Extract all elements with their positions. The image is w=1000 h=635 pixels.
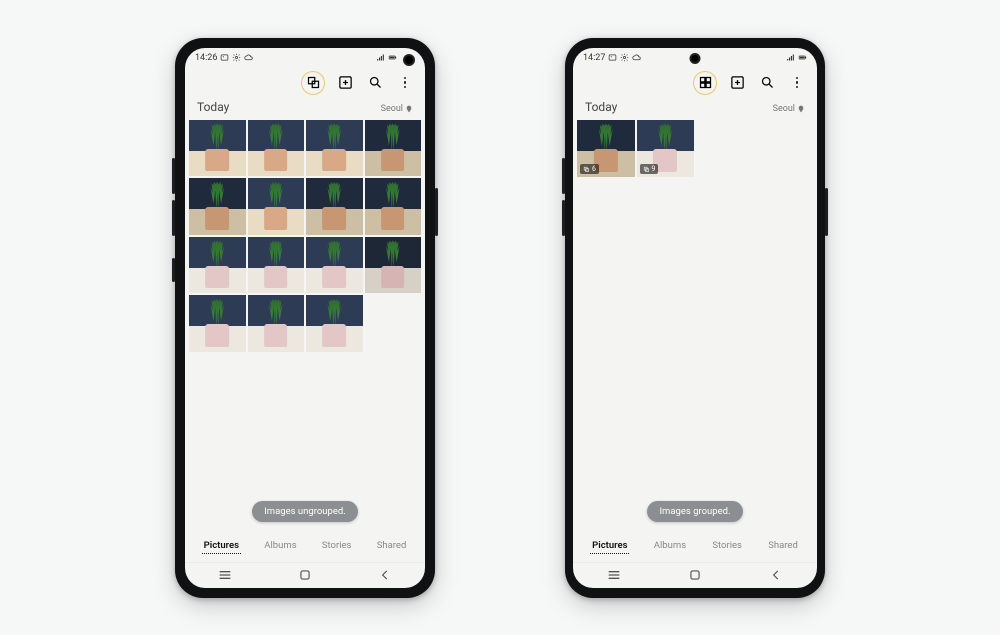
- home-button[interactable]: [685, 565, 705, 585]
- nav-bar: [573, 562, 817, 588]
- volume-down-button: [172, 200, 175, 236]
- photo-grid[interactable]: 69: [573, 120, 817, 178]
- phone-note10-frame: 14:27: [565, 38, 825, 598]
- photo-thumbnail[interactable]: [365, 237, 422, 294]
- tab-pictures[interactable]: Pictures: [590, 538, 629, 554]
- photo-thumbnail[interactable]: 9: [637, 120, 695, 178]
- location-label[interactable]: Seoul: [773, 104, 805, 114]
- cloud-icon: [244, 53, 253, 62]
- bottom-tabs: Pictures Albums Stories Shared: [573, 532, 817, 562]
- more-options-button[interactable]: [395, 73, 415, 93]
- battery-icon: [798, 53, 807, 62]
- tab-shared[interactable]: Shared: [766, 538, 800, 554]
- clock: 14:27: [583, 53, 605, 63]
- create-button[interactable]: [727, 73, 747, 93]
- volume-up-button: [562, 158, 565, 194]
- back-button[interactable]: [375, 565, 395, 585]
- front-camera: [690, 53, 701, 64]
- power-button: [825, 188, 828, 236]
- tab-albums[interactable]: Albums: [262, 538, 298, 554]
- photo-thumbnail[interactable]: [306, 295, 363, 352]
- photo-thumbnail[interactable]: [306, 120, 363, 177]
- toolbar: [185, 66, 425, 98]
- tab-albums[interactable]: Albums: [652, 538, 688, 554]
- location-pin-icon: [405, 105, 413, 113]
- photo-thumbnail[interactable]: [248, 120, 305, 177]
- photo-thumbnail[interactable]: [189, 295, 246, 352]
- photo-thumbnail[interactable]: [248, 295, 305, 352]
- photo-thumbnail[interactable]: 6: [577, 120, 635, 178]
- image-icon: [608, 53, 617, 62]
- section-header: Today Seoul: [573, 98, 817, 120]
- battery-icon: [388, 53, 397, 62]
- search-button[interactable]: [757, 73, 777, 93]
- gear-icon: [232, 53, 241, 62]
- photo-thumbnail[interactable]: [189, 120, 246, 177]
- photo-thumbnail[interactable]: [306, 237, 363, 294]
- screen: 14:27: [573, 48, 817, 588]
- recents-button[interactable]: [604, 565, 624, 585]
- tab-stories[interactable]: Stories: [320, 538, 354, 554]
- nav-bar: [185, 562, 425, 588]
- toast: Images grouped.: [647, 501, 742, 522]
- clock: 14:26: [195, 53, 217, 63]
- cloud-icon: [632, 53, 641, 62]
- phone-s10-frame: 14:26: [175, 38, 435, 598]
- tab-shared[interactable]: Shared: [375, 538, 409, 554]
- section-title: Today: [197, 100, 229, 114]
- tab-stories[interactable]: Stories: [710, 538, 744, 554]
- group-toggle-button[interactable]: [693, 71, 717, 95]
- search-button[interactable]: [365, 73, 385, 93]
- photo-thumbnail[interactable]: [248, 237, 305, 294]
- stack-count-badge: 6: [580, 164, 599, 174]
- photo-thumbnail[interactable]: [306, 178, 363, 235]
- status-bar: 14:26: [185, 48, 425, 66]
- create-button[interactable]: [335, 73, 355, 93]
- group-toggle-button[interactable]: [301, 71, 325, 95]
- more-options-button[interactable]: [787, 73, 807, 93]
- signal-icon: [376, 53, 385, 62]
- photo-thumbnail[interactable]: [365, 120, 422, 177]
- toast: Images ungrouped.: [252, 501, 358, 522]
- signal-icon: [786, 53, 795, 62]
- bottom-tabs: Pictures Albums Stories Shared: [185, 532, 425, 562]
- front-camera: [403, 54, 415, 66]
- photo-thumbnail[interactable]: [189, 178, 246, 235]
- location-label[interactable]: Seoul: [381, 104, 413, 114]
- recents-button[interactable]: [215, 565, 235, 585]
- home-button[interactable]: [295, 565, 315, 585]
- volume-up-button: [172, 158, 175, 194]
- power-button: [435, 188, 438, 236]
- section-header: Today Seoul: [185, 98, 425, 120]
- location-pin-icon: [797, 105, 805, 113]
- tab-pictures[interactable]: Pictures: [202, 538, 241, 554]
- section-title: Today: [585, 100, 617, 114]
- image-icon: [220, 53, 229, 62]
- photo-thumbnail[interactable]: [189, 237, 246, 294]
- photo-grid[interactable]: [185, 120, 425, 352]
- bixby-button: [172, 258, 175, 282]
- gear-icon: [620, 53, 629, 62]
- stack-count-badge: 9: [640, 164, 659, 174]
- photo-thumbnail[interactable]: [248, 178, 305, 235]
- volume-down-button: [562, 200, 565, 236]
- back-button[interactable]: [766, 565, 786, 585]
- screen: 14:26: [185, 48, 425, 588]
- toolbar: [573, 66, 817, 98]
- photo-thumbnail[interactable]: [365, 178, 422, 235]
